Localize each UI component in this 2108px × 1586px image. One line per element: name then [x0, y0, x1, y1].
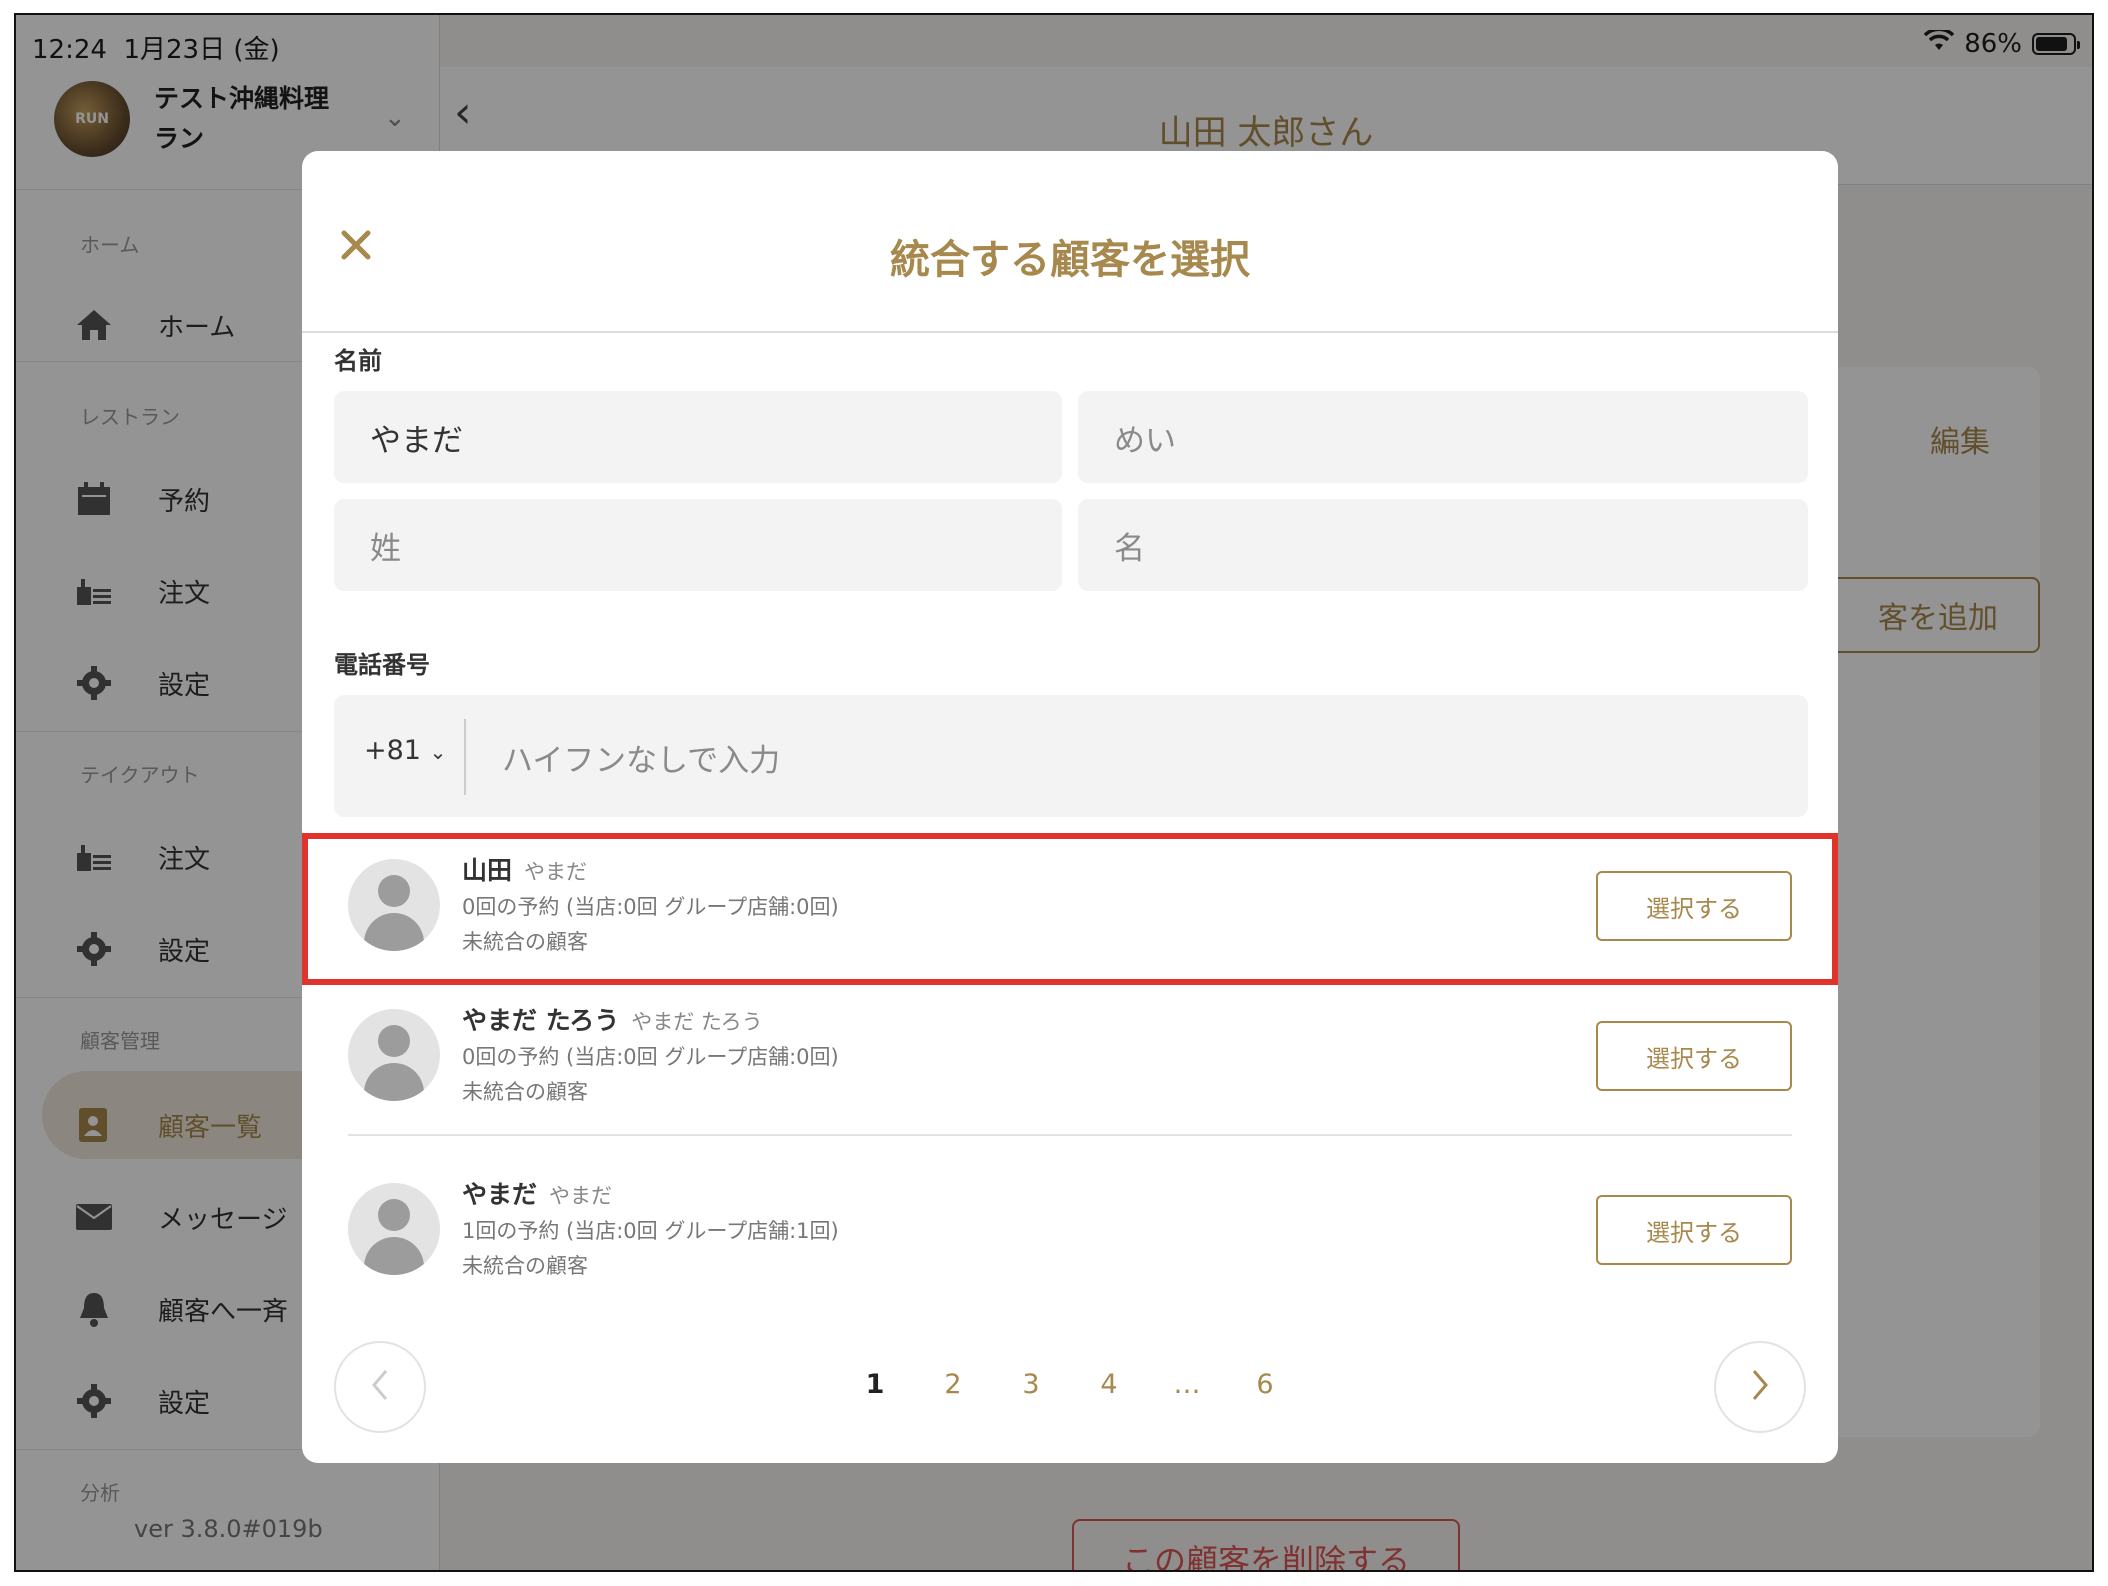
kana-last-input[interactable]: やまだ [334, 391, 1062, 483]
merge-status: 未統合の顧客 [462, 1254, 588, 1278]
customer-kana: やまだ たろう [631, 1010, 763, 1034]
divider [348, 1134, 1792, 1136]
status-clock: 12:24 [32, 35, 107, 65]
chevron-down-icon: ⌄ [429, 740, 447, 764]
customer-name-text: やまだ たろう [462, 1006, 620, 1035]
name-label: 名前 [334, 347, 382, 375]
divider [464, 719, 466, 795]
wifi-icon [1923, 27, 1955, 59]
next-page-button[interactable] [1714, 1341, 1806, 1433]
highlight-box [302, 833, 1838, 985]
customer-name-text: やまだ [462, 1180, 538, 1209]
customer-name: やまだ やまだ [462, 1175, 612, 1211]
dialog-header: 統合する顧客を選択 [302, 151, 1838, 333]
page-ellipsis: … [1173, 1369, 1201, 1400]
country-code-value: +81 [364, 735, 421, 766]
page-2[interactable]: 2 [914, 1369, 992, 1400]
dialog-title: 統合する顧客を選択 [890, 237, 1250, 283]
chevron-right-icon [1748, 1367, 1772, 1407]
first-name-input[interactable]: 名 [1078, 499, 1808, 591]
phone-label: 電話番号 [334, 651, 430, 679]
avatar [348, 1183, 440, 1275]
customer-kana: やまだ [549, 1184, 613, 1208]
battery-percent: 86% [1964, 29, 2022, 59]
status-time: 12:24 1月23日 (金) [32, 29, 280, 66]
page-3[interactable]: 3 [992, 1369, 1070, 1400]
merge-status: 未統合の顧客 [462, 1080, 588, 1104]
avatar [348, 1009, 440, 1101]
battery-level [2036, 37, 2067, 51]
page-4[interactable]: 4 [1070, 1369, 1148, 1400]
merge-customer-dialog: 統合する顧客を選択 名前 やまだ めい 姓 名 電話番号 +81 ⌄ ハイフンな… [302, 151, 1838, 1463]
page-1[interactable]: 1 [836, 1369, 914, 1400]
reservation-count: 1回の予約 (当店:0回 グループ店舗:1回) [462, 1219, 839, 1243]
device-screen: RUN テスト沖縄料理 ラン ⌄ ホーム ホーム レストラン 予約 注文 設定 [14, 13, 2094, 1572]
select-button[interactable]: 選択する [1596, 1195, 1792, 1265]
select-button[interactable]: 選択する [1596, 1021, 1792, 1091]
kana-first-input[interactable]: めい [1078, 391, 1808, 483]
phone-input[interactable]: ハイフンなしで入力 [502, 735, 780, 780]
page-6[interactable]: 6 [1226, 1369, 1304, 1400]
status-date: 1月23日 (金) [123, 35, 280, 65]
country-code-select[interactable]: +81 ⌄ [364, 735, 446, 766]
reservation-count: 0回の予約 (当店:0回 グループ店舗:0回) [462, 1045, 839, 1069]
page-numbers: 1 2 3 4 … 6 [302, 1369, 1838, 1400]
phone-field: +81 ⌄ ハイフンなしで入力 [334, 695, 1808, 817]
status-right: 86% [1923, 27, 2080, 59]
customer-name: やまだ たろう やまだ たろう [462, 1001, 763, 1037]
last-name-input[interactable]: 姓 [334, 499, 1062, 591]
battery-icon [2032, 33, 2080, 55]
list-item[interactable]: やまだ やまだ 1回の予約 (当店:0回 グループ店舗:1回) 未統合の顧客 選択… [302, 1159, 1838, 1309]
status-bar: 12:24 1月23日 (金) 86% [16, 15, 2092, 67]
pagination: 1 2 3 4 … 6 [302, 1341, 1838, 1437]
list-item[interactable]: やまだ たろう やまだ たろう 0回の予約 (当店:0回 グループ店舗:0回) 未… [302, 985, 1838, 1136]
